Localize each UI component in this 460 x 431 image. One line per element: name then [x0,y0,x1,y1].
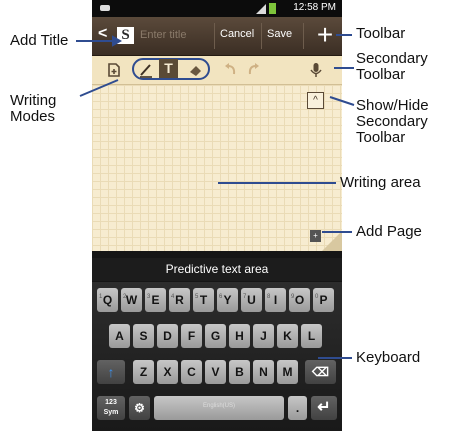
callout-writing-modes: Writing Modes [10,92,57,125]
callout-add-page: Add Page [356,223,422,240]
callout-secondary-toolbar: Secondary Toolbar [356,50,428,83]
arrowhead [112,35,123,47]
callout-add-title: Add Title [10,32,69,49]
callout-keyboard: Keyboard [356,349,421,366]
leader-line [329,96,355,106]
leader-line [79,79,119,97]
callout-show-hide: Show/Hide Secondary Toolbar [356,97,429,146]
callout-toolbar: Toolbar [356,25,406,42]
callout-writing-area: Writing area [340,174,421,191]
